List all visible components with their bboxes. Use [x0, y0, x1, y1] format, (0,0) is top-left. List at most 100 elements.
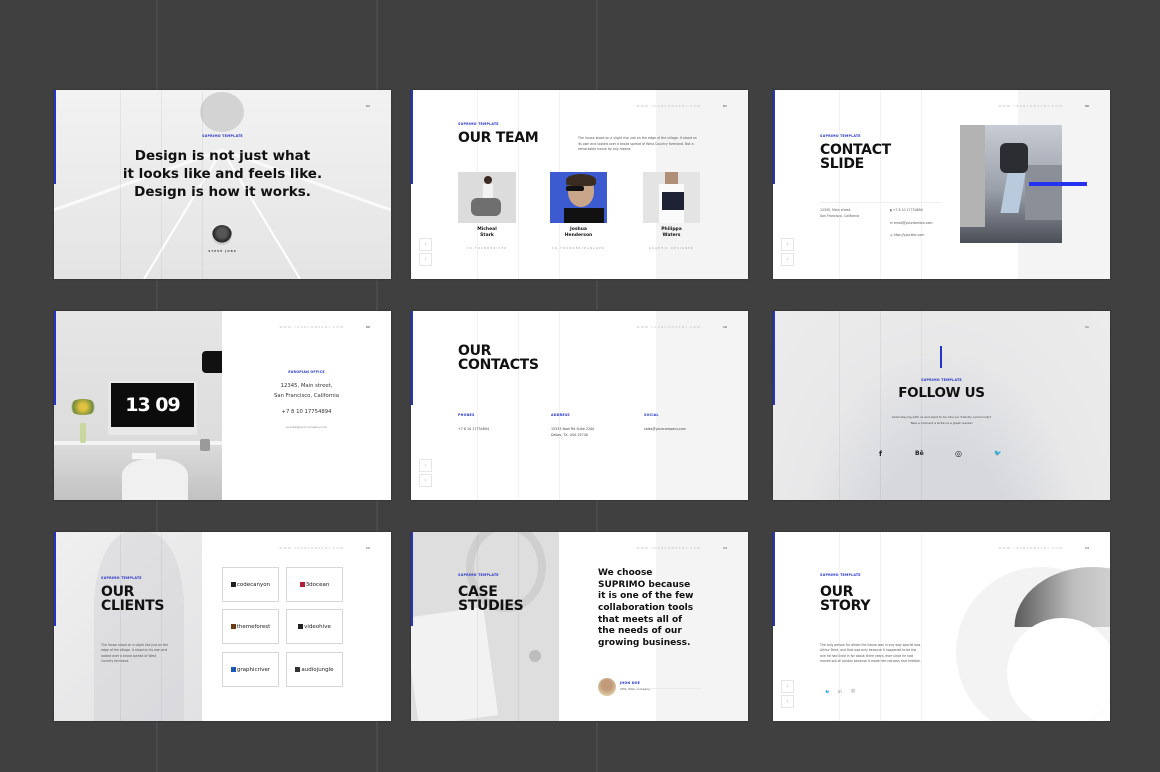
client-logo-audiojungle[interactable]: audiojungle	[286, 652, 343, 687]
quote-line: Design is how it works.	[134, 183, 311, 200]
slide-case-studies[interactable]: WWW.YOURCOMPANY.COM 13 SUPRIMO TEMPLATE …	[411, 532, 748, 721]
member-last-name: Stark	[480, 232, 494, 238]
twitter-icon[interactable]: 🐦	[994, 450, 1001, 457]
quote-line: Design is not just what	[134, 148, 311, 164]
address-line: 12345, Main street,	[280, 383, 333, 389]
slide-title: OUR STORY	[820, 585, 870, 613]
office-address: 12345, Main street, San Francisco, Calif…	[222, 382, 391, 401]
client-logo-3docean[interactable]: 3docean	[286, 567, 343, 602]
slide-contacts[interactable]: WWW.YOURCOMPANY.COM 10 OUR CONTACTS PHON…	[411, 311, 748, 500]
slide-title: OUR CLIENTS	[101, 585, 165, 614]
column-value[interactable]: sales@yourcompany.com	[644, 427, 686, 433]
email[interactable]: email@yourdomain.com	[894, 221, 933, 225]
prev-button[interactable]: ‹	[419, 474, 432, 487]
member-last-name: Henderson	[564, 232, 593, 238]
column-label: SOCIAL	[644, 413, 659, 417]
divider	[651, 688, 701, 689]
dribbble-icon[interactable]: ◎	[851, 688, 855, 694]
accent-bar	[773, 532, 775, 626]
behance-icon[interactable]: Bē	[915, 450, 924, 457]
client-logo-codecanyon[interactable]: codecanyon	[222, 567, 279, 602]
desk-items-photo	[411, 532, 559, 721]
page-number: 10	[722, 325, 727, 329]
logo-label: themeforest	[236, 623, 271, 630]
website[interactable]: http://yoursite.com	[894, 233, 925, 237]
member-name: Philippa Waters	[643, 227, 700, 239]
header-url: WWW.YOURCOMPANY.COM	[998, 546, 1063, 550]
audiojungle-icon	[295, 667, 301, 672]
prev-button[interactable]: ‹	[419, 253, 432, 266]
kicker: SUPRIMO TEMPLATE	[458, 122, 499, 126]
dribbble-icon[interactable]: ◎	[955, 449, 962, 458]
desk-photo: 13 09	[54, 311, 222, 500]
themeforest-icon	[230, 624, 236, 629]
kicker: SUPRIMO TEMPLATE	[101, 576, 142, 580]
website-row[interactable]: ◎ http://yoursite.com	[890, 233, 924, 239]
title-line: CONTACTS	[458, 356, 539, 373]
quote-line: growing business.	[598, 638, 691, 649]
column-label: PHONES	[458, 413, 475, 417]
team-description: The house stood on a slight rise just on…	[578, 136, 697, 152]
member-photo	[550, 172, 607, 223]
member-photo	[643, 172, 700, 223]
phone: +7 8 10 17754894	[892, 208, 923, 212]
codecanyon-icon	[230, 582, 236, 587]
twitter-icon[interactable]: 🐦	[825, 689, 830, 694]
graphicriver-icon	[230, 667, 236, 672]
member-photo	[458, 172, 516, 223]
story-description: The only person for whom the house was i…	[820, 643, 921, 664]
prev-button[interactable]: ‹	[781, 695, 794, 708]
email-row[interactable]: ✉ email@yourdomain.com	[890, 221, 933, 227]
slide-office[interactable]: 13 09 WWW.YOURCOMPANY.COM 09 EUROPIAN OF…	[54, 311, 391, 500]
slide-follow[interactable]: 11 SUPRIMO TEMPLATE FOLLOW US Liked stay…	[773, 311, 1110, 500]
office-email[interactable]: europe@yourcompany.com	[222, 425, 391, 429]
next-button[interactable]: ›	[781, 238, 794, 251]
clock-display: 13 09	[111, 383, 194, 427]
header-url: WWW.YOURCOMPANY.COM	[998, 104, 1063, 108]
accent-bar	[54, 532, 56, 626]
phone-row: ▮ +7 8 10 17754894	[890, 208, 923, 214]
prev-button[interactable]: ‹	[781, 253, 794, 266]
slide-story[interactable]: WWW.YOURCOMPANY.COM 14 SUPRIMO TEMPLATE …	[773, 532, 1110, 721]
office-phone: +7 8 10 17754894	[281, 409, 332, 416]
author-name: STEVE JOBS	[208, 249, 237, 253]
header-url: WWW.YOURCOMPANY.COM	[279, 546, 344, 550]
quote-line: it is one of the few	[598, 591, 694, 602]
logo-label: 3docean	[305, 581, 330, 588]
next-button[interactable]: ›	[781, 680, 794, 693]
title-line: SLIDE	[820, 155, 864, 172]
next-button[interactable]: ›	[419, 459, 432, 472]
column-value: 15533 Noel Rd Suite 2200 Dallas, TX, USA…	[551, 427, 594, 439]
slide-quote[interactable]: 02 SUPRIMO TEMPLATE Design is not just w…	[54, 90, 391, 279]
client-logo-graphicriver[interactable]: graphicriver	[222, 652, 279, 687]
quote-line: collaboration tools	[598, 603, 694, 614]
member-role: CO-FOUNDER/MANAGER	[551, 247, 606, 250]
accent-bar	[411, 311, 413, 405]
client-logo-videohive[interactable]: videohive	[286, 609, 343, 644]
accent-bar	[411, 90, 413, 184]
address-line: 15533 Noel Rd Suite 2200	[551, 427, 595, 431]
slide-team[interactable]: WWW.YOURCOMPANY.COM 07 SUPRIMO TEMPLATE …	[411, 90, 748, 279]
author-role: CEO, Main company	[620, 687, 651, 691]
slide-contact[interactable]: WWW.YOURCOMPANY.COM 08 SUPRIMO TEMPLATE …	[773, 90, 1110, 279]
kicker: SUPRIMO TEMPLATE	[202, 134, 243, 138]
page-number: 14	[1084, 546, 1089, 550]
kicker: SUPRIMO TEMPLATE	[820, 134, 861, 138]
accent-bar	[773, 90, 775, 184]
linkedin-icon[interactable]: in	[838, 689, 842, 694]
client-logo-themeforest[interactable]: themeforest	[222, 609, 279, 644]
next-button[interactable]: ›	[419, 238, 432, 251]
accent-stripe	[1029, 182, 1087, 186]
title-line: CLIENTS	[101, 597, 165, 614]
slide-clients[interactable]: WWW.YOURCOMPANY.COM 12 SUPRIMO TEMPLATE …	[54, 532, 391, 721]
address-line: San Francisco, California	[820, 213, 860, 218]
quote-line: it looks like and feels like.	[122, 165, 323, 182]
logo-label: audiojungle	[301, 666, 334, 673]
address: 12345, Main street, San Francisco, Calif…	[820, 208, 859, 219]
logo-label: graphicriver	[236, 666, 271, 673]
page-number: 13	[722, 546, 727, 550]
accent-bar	[411, 532, 413, 626]
office-label: EUROPIAN OFFICE	[288, 370, 325, 374]
facebook-icon[interactable]: f	[879, 450, 882, 458]
title-line: STUDIES	[458, 597, 524, 614]
